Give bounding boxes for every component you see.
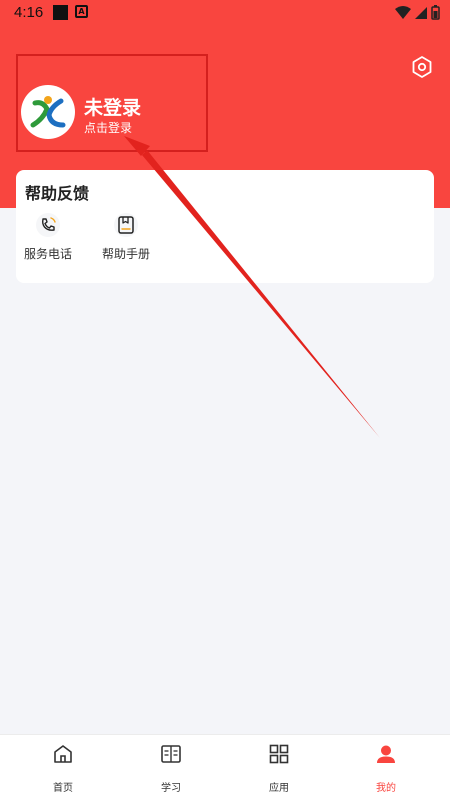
app-logo-icon bbox=[30, 96, 66, 128]
status-time: 4:16 bbox=[14, 4, 44, 21]
nav-profile[interactable]: 我的 bbox=[351, 743, 421, 794]
user-name[interactable]: 未登录 bbox=[84, 93, 141, 120]
notification-square-icon bbox=[53, 5, 68, 20]
nav-apps[interactable]: 应用 bbox=[244, 743, 314, 794]
phone-icon bbox=[36, 213, 60, 237]
profile-icon bbox=[377, 745, 395, 763]
signal-icon bbox=[415, 6, 427, 19]
help-feedback-card: 帮助反馈 服务电话 帮助手册 bbox=[16, 170, 434, 283]
login-hint[interactable]: 点击登录 bbox=[84, 119, 132, 136]
manual-icon bbox=[114, 213, 138, 237]
settings-icon[interactable] bbox=[410, 55, 434, 79]
study-icon bbox=[161, 745, 181, 763]
status-icons bbox=[395, 5, 440, 20]
avatar[interactable] bbox=[21, 85, 75, 139]
nav-home[interactable]: 首页 bbox=[28, 743, 98, 794]
nav-home-label: 首页 bbox=[53, 783, 73, 794]
nav-apps-label: 应用 bbox=[269, 783, 289, 794]
home-icon bbox=[54, 745, 72, 763]
nav-study-label: 学习 bbox=[161, 783, 181, 794]
help-manual-item[interactable]: 帮助手册 bbox=[96, 212, 156, 262]
battery-icon bbox=[431, 5, 440, 20]
wifi-icon bbox=[395, 5, 411, 19]
a-icon: A bbox=[75, 5, 88, 18]
card-title: 帮助反馈 bbox=[25, 184, 90, 203]
bottom-navigation: 首页 学习 应用 我的 bbox=[0, 734, 450, 800]
status-bar: 4:16 A bbox=[0, 0, 450, 26]
apps-icon bbox=[269, 744, 289, 764]
service-phone-label: 服务电话 bbox=[23, 247, 72, 261]
service-phone-item[interactable]: 服务电话 bbox=[18, 212, 78, 262]
nav-profile-label: 我的 bbox=[376, 783, 396, 794]
nav-study[interactable]: 学习 bbox=[136, 743, 206, 794]
help-manual-label: 帮助手册 bbox=[101, 247, 150, 261]
